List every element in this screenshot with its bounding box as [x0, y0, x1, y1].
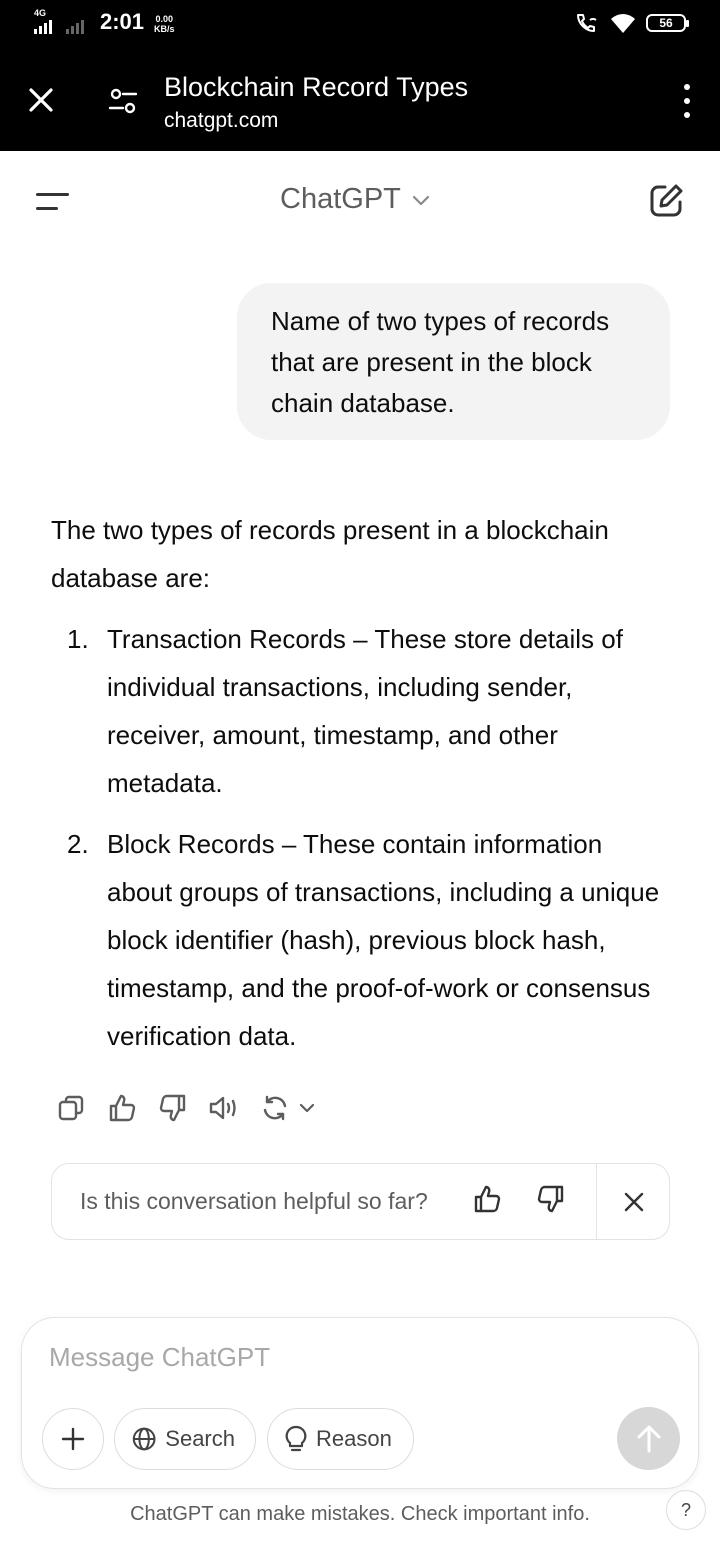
- globe-icon: [132, 1427, 156, 1451]
- wifi-icon: [611, 14, 635, 33]
- feedback-thumbs-down-button[interactable]: [536, 1184, 572, 1220]
- close-icon: [29, 88, 53, 112]
- close-tab-button[interactable]: [24, 83, 58, 117]
- list-text: Block Records – These contain informatio…: [107, 829, 660, 1051]
- speed-unit: KB/s: [154, 24, 175, 34]
- message-actions: [54, 1090, 335, 1126]
- model-label: ChatGPT: [280, 183, 401, 215]
- attach-button[interactable]: [42, 1408, 104, 1470]
- reason-button[interactable]: Reason: [267, 1408, 414, 1470]
- help-button[interactable]: ?: [666, 1490, 706, 1530]
- feedback-dismiss-button[interactable]: [618, 1186, 650, 1218]
- send-button[interactable]: [617, 1407, 680, 1470]
- model-selector[interactable]: ChatGPT: [280, 183, 431, 216]
- speed-value: 0.00: [155, 14, 174, 24]
- thumbs-down-button[interactable]: [156, 1091, 190, 1125]
- message-input[interactable]: [49, 1342, 549, 1373]
- wifi-calling-icon: [577, 14, 597, 32]
- feedback-question: Is this conversation helpful so far?: [80, 1188, 428, 1214]
- thumbs-up-icon: [474, 1185, 501, 1213]
- battery-level: 56: [659, 16, 673, 30]
- feedback-card: Is this conversation helpful so far?: [51, 1163, 670, 1240]
- search-label: Search: [165, 1426, 235, 1451]
- page-url[interactable]: chatgpt.com: [164, 109, 278, 133]
- tune-icon: [108, 88, 138, 114]
- status-right: 56: [574, 12, 689, 34]
- close-icon: [624, 1192, 644, 1212]
- battery-icon: 56: [646, 14, 689, 32]
- more-vert-icon[interactable]: [680, 84, 694, 118]
- search-button[interactable]: Search: [114, 1408, 256, 1470]
- regenerate-icon: [263, 1095, 287, 1121]
- plus-icon: [61, 1427, 85, 1451]
- list-number: 1.: [67, 624, 89, 654]
- read-aloud-button[interactable]: [207, 1091, 241, 1125]
- network-speed: 0.00 KB/s: [154, 14, 175, 34]
- page-title: Blockchain Record Types: [164, 72, 469, 102]
- feedback-divider: [596, 1164, 597, 1239]
- new-chat-button[interactable]: [648, 183, 684, 219]
- menu-icon[interactable]: [36, 191, 72, 213]
- copy-button[interactable]: [54, 1091, 88, 1125]
- thumbs-up-icon: [109, 1094, 136, 1122]
- user-message-text: Name of two types of records that are pr…: [271, 306, 610, 418]
- network-type: 4G: [34, 8, 47, 18]
- thumbs-down-icon: [537, 1185, 564, 1213]
- cell-signal-2-icon: [66, 12, 92, 34]
- list-number: 2.: [67, 829, 89, 859]
- thumbs-up-button[interactable]: [105, 1091, 139, 1125]
- assistant-list: 1. Transaction Records – These store det…: [51, 615, 671, 1060]
- list-text: Transaction Records – These store detail…: [107, 624, 623, 798]
- assistant-intro: The two types of records present in a bl…: [51, 515, 609, 593]
- site-settings-button[interactable]: [106, 84, 140, 118]
- help-label: ?: [680, 1499, 691, 1520]
- lightbulb-icon: [285, 1425, 307, 1452]
- thumbs-down-icon: [159, 1094, 186, 1122]
- arrow-up-icon: [637, 1425, 660, 1452]
- browser-toolbar: Blockchain Record Types chatgpt.com: [0, 50, 720, 151]
- cell-signal-icon: 4G: [34, 8, 60, 34]
- list-item: 2. Block Records – These contain informa…: [51, 820, 671, 1060]
- reason-label: Reason: [316, 1426, 392, 1451]
- status-bar: 4G 2:01 0.00 KB/s 56: [0, 0, 720, 50]
- chevron-down-icon: [299, 1103, 315, 1113]
- regenerate-button[interactable]: [258, 1091, 292, 1125]
- list-item: 1. Transaction Records – These store det…: [51, 615, 671, 807]
- new-chat-icon: [650, 184, 683, 217]
- message-composer: Search Reason: [21, 1317, 699, 1489]
- copy-icon: [58, 1095, 84, 1121]
- user-message-bubble: Name of two types of records that are pr…: [237, 283, 670, 440]
- feedback-thumbs-up-button[interactable]: [472, 1184, 508, 1220]
- assistant-message: The two types of records present in a bl…: [51, 506, 671, 1073]
- regenerate-options-button[interactable]: [296, 1091, 318, 1125]
- status-left: 4G 2:01 0.00 KB/s: [34, 8, 175, 34]
- app-header: ChatGPT: [0, 151, 720, 249]
- chevron-down-icon: [412, 195, 429, 205]
- read-aloud-icon: [209, 1096, 236, 1120]
- disclaimer-text: ChatGPT can make mistakes. Check importa…: [130, 1503, 590, 1525]
- status-time: 2:01: [100, 9, 145, 34]
